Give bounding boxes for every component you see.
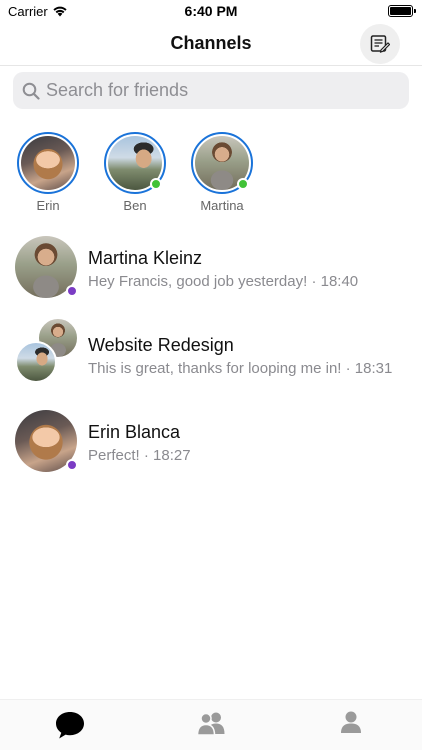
conversation-avatar	[15, 236, 78, 298]
tab-profile[interactable]	[331, 710, 371, 744]
story-ring	[17, 132, 79, 194]
clock: 6:40 PM	[184, 3, 238, 19]
story-martina[interactable]: Martina	[190, 132, 254, 213]
nav-bar: Channels	[0, 22, 422, 66]
group-avatar	[15, 317, 79, 383]
conversation-row-website-redesign[interactable]: Website Redesign This is great, thanks f…	[0, 317, 422, 397]
conversation-title: Website Redesign	[88, 335, 234, 355]
story-ben[interactable]: Ben	[103, 132, 167, 213]
unread-indicator	[66, 459, 78, 471]
story-ring	[104, 132, 166, 194]
search-icon	[22, 82, 40, 100]
conversation-preview: This is great, thanks for looping me in!…	[88, 360, 393, 377]
online-indicator	[150, 178, 162, 190]
unread-indicator	[66, 285, 78, 297]
story-erin[interactable]: Erin	[16, 132, 80, 213]
avatar	[15, 341, 57, 383]
compose-button[interactable]	[360, 24, 400, 64]
stories-row: Erin Ben Martina	[0, 132, 422, 218]
story-ring	[191, 132, 253, 194]
conversation-title: Martina Kleinz	[88, 248, 203, 268]
conversation-avatar	[15, 410, 78, 472]
conversation-row-erin-blanca[interactable]: Erin Blanca Perfect! · 18:27	[0, 404, 422, 484]
battery-icon	[388, 5, 416, 17]
search-input[interactable]	[46, 80, 386, 101]
tab-chats[interactable]	[50, 710, 90, 744]
profile-icon	[341, 711, 361, 733]
tab-bar	[0, 699, 422, 750]
online-indicator	[237, 178, 249, 190]
chat-bubble-icon	[56, 712, 84, 739]
compose-icon	[370, 35, 390, 53]
conversation-preview: Perfect! · 18:27	[88, 447, 191, 464]
story-label: Martina	[200, 198, 244, 213]
avatar	[21, 136, 75, 190]
conversation-preview: Hey Francis, good job yesterday! · 18:40	[88, 273, 359, 290]
story-label: Erin	[36, 198, 60, 213]
story-label: Ben	[123, 198, 147, 213]
conversation-row-martina-kleinz[interactable]: Martina Kleinz Hey Francis, good job yes…	[0, 230, 422, 310]
page-title: Channels	[170, 33, 252, 53]
status-bar: Carrier 6:40 PM	[0, 0, 422, 22]
conversation-title: Erin Blanca	[88, 422, 181, 442]
friends-icon	[196, 712, 225, 736]
search-bar[interactable]	[13, 72, 409, 109]
tab-friends[interactable]	[191, 710, 231, 744]
